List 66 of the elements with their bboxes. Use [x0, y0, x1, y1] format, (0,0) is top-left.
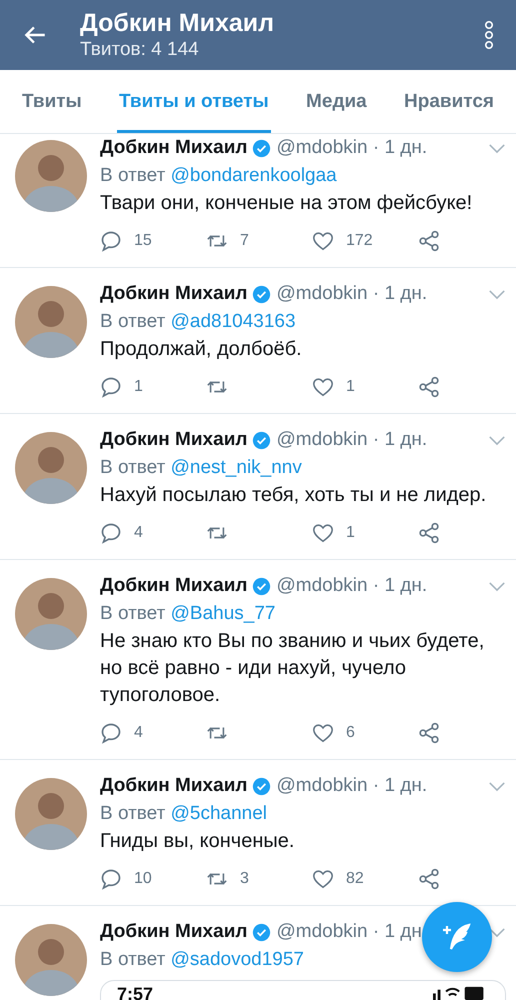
compose-tweet-button[interactable] [422, 902, 492, 972]
author-name[interactable]: Добкин Михаил [100, 921, 248, 943]
tweet-text: Гниды вы, конченые. [100, 829, 296, 854]
author-handle: @mdobkin · 1 дн [276, 921, 422, 943]
mention-link[interactable]: @bondarenkoolgaa [170, 165, 337, 186]
reply-count: 4 [134, 524, 143, 542]
reply-count: 4 [134, 724, 143, 742]
like-count: 82 [346, 870, 364, 888]
heart-icon[interactable] [312, 230, 334, 252]
profile-tab[interactable]: Медиа [304, 70, 369, 133]
tweet-text: Продолжай, долбоёб. [100, 337, 303, 362]
reply-context: В ответ @nest_nik_nnv [100, 456, 303, 480]
reply-count: 15 [134, 232, 152, 250]
tweet-count: Твитов: 4 144 [80, 38, 200, 62]
author-handle: @mdobkin · 1 дн. [276, 137, 428, 159]
author-name[interactable]: Добкин Михаил [100, 775, 248, 797]
reply-count: 1 [134, 378, 143, 396]
heart-icon[interactable] [312, 722, 334, 744]
like-count: 6 [346, 724, 355, 742]
reply-context: В ответ @5channel [100, 802, 268, 826]
reply-count: 10 [134, 870, 152, 888]
reply-icon[interactable] [100, 722, 122, 744]
like-count: 172 [346, 232, 373, 250]
tweet-text: Твари они, конченые на этом фейсбуке! [100, 191, 474, 216]
share-icon[interactable] [418, 376, 440, 398]
like-count: 1 [346, 378, 355, 396]
mention-link[interactable]: @Bahus_77 [170, 603, 276, 624]
author-name[interactable]: Добкин Михаил [100, 429, 248, 451]
reply-icon[interactable] [100, 376, 122, 398]
share-icon[interactable] [418, 230, 440, 252]
reply-icon[interactable] [100, 230, 122, 252]
author-handle: @mdobkin · 1 дн. [276, 429, 428, 451]
author-name[interactable]: Добкин Михаил [100, 283, 248, 305]
profile-name: Добкин Михаил [80, 8, 276, 38]
author-handle: @mdobkin · 1 дн. [276, 283, 428, 305]
mention-link[interactable]: @sadovod1957 [170, 949, 304, 970]
profile-tab[interactable]: Твиты и ответы [117, 70, 271, 133]
tweet-text: Нахуй посылаю тебя, хоть ты и не лидер. [100, 483, 488, 508]
retweet-count: 3 [240, 870, 249, 888]
author-handle: @mdobkin · 1 дн. [276, 575, 428, 597]
reply-context: В ответ @ad81043163 [100, 310, 297, 334]
share-icon[interactable] [418, 522, 440, 544]
mention-link[interactable]: @nest_nik_nnv [170, 457, 302, 478]
reply-context: В ответ @bondarenkoolgaa [100, 164, 338, 188]
retweet-count: 7 [240, 232, 249, 250]
reply-context: В ответ @sadovod1957 [100, 948, 305, 972]
author-name[interactable]: Добкин Михаил [100, 575, 248, 597]
reply-icon[interactable] [100, 522, 122, 544]
heart-icon[interactable] [312, 868, 334, 890]
heart-icon[interactable] [312, 522, 334, 544]
reply-context: В ответ @Bahus_77 [100, 602, 276, 626]
embedded-screenshot[interactable]: 7:57 [100, 980, 506, 1000]
profile-tab[interactable]: Нравится [402, 70, 496, 133]
tweet-text: Не знаю кто Вы по званию и чьих будете, но всё равно - иди нахуй, чучело тупоголовое. [100, 629, 486, 708]
like-count: 1 [346, 524, 355, 542]
profile-tab[interactable]: Твиты [20, 70, 84, 133]
share-icon[interactable] [418, 722, 440, 744]
mention-link[interactable]: @ad81043163 [170, 311, 296, 332]
more-options-icon[interactable] [484, 20, 494, 50]
status-time: 7:57 [117, 984, 154, 1000]
share-icon[interactable] [418, 868, 440, 890]
mention-link[interactable]: @5channel [170, 803, 268, 824]
reply-icon[interactable] [100, 868, 122, 890]
author-name[interactable]: Добкин Михаил [100, 137, 248, 159]
author-handle: @mdobkin · 1 дн. [276, 775, 428, 797]
heart-icon[interactable] [312, 376, 334, 398]
